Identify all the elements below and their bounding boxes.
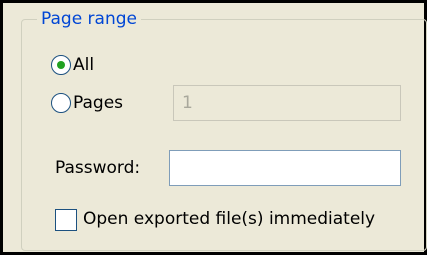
password-input[interactable] — [169, 150, 401, 186]
password-label: Password: — [55, 158, 141, 178]
pages-radio[interactable] — [51, 93, 71, 113]
page-range-legend: Page range — [37, 9, 141, 29]
export-dialog-panel: Page range All Pages 1 Password: Open ex… — [0, 0, 427, 255]
pages-input[interactable]: 1 — [173, 85, 401, 121]
all-radio[interactable] — [51, 55, 71, 75]
open-exported-checkbox[interactable] — [55, 209, 77, 231]
radio-selected-dot — [57, 61, 65, 69]
all-radio-label[interactable]: All — [73, 54, 94, 76]
open-exported-label[interactable]: Open exported file(s) immediately — [83, 208, 375, 230]
pages-radio-label[interactable]: Pages — [73, 92, 123, 114]
